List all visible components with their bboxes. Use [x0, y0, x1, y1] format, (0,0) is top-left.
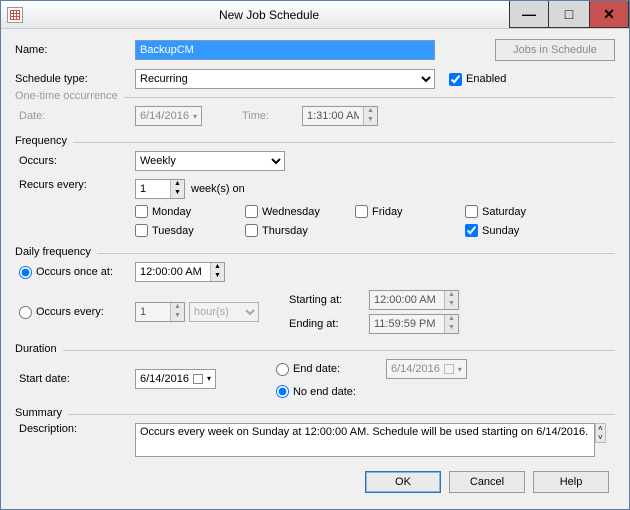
- onetime-date-label: Date:: [19, 110, 135, 122]
- daily-frequency-group: Daily frequency Occurs once at: ▲▼ Occur…: [15, 253, 615, 344]
- maximize-button[interactable]: □: [549, 1, 589, 28]
- day-sunday[interactable]: Sunday: [465, 224, 575, 237]
- summary-legend: Summary: [15, 407, 68, 419]
- day-thursday[interactable]: Thursday: [245, 224, 355, 237]
- frequency-legend: Frequency: [15, 135, 73, 147]
- name-label: Name:: [15, 44, 135, 56]
- summary-group: Summary Description: Occurs every week o…: [15, 414, 615, 467]
- onetime-time-label: Time:: [242, 110, 302, 122]
- calendar-icon: [444, 364, 454, 374]
- description-text: Occurs every week on Sunday at 12:00:00 …: [135, 423, 595, 457]
- end-date-field: 6/14/2016 ▾: [386, 359, 467, 379]
- recurs-suffix: week(s) on: [191, 183, 245, 195]
- enabled-label: Enabled: [466, 73, 506, 85]
- ok-button[interactable]: OK: [365, 471, 441, 493]
- schedule-type-label: Schedule type:: [15, 73, 135, 85]
- no-end-date-radio[interactable]: No end date:: [276, 385, 386, 398]
- frequency-group: Frequency Occurs: Weekly Recurs every: ▲…: [15, 142, 615, 247]
- onetime-group: One-time occurrence Date: 6/14/2016 ▾ Ti…: [15, 97, 615, 136]
- duration-legend: Duration: [15, 343, 63, 355]
- chevron-down-icon: ▾: [207, 374, 211, 383]
- enabled-checkbox-input[interactable]: [449, 73, 462, 86]
- occurs-select[interactable]: Weekly: [135, 151, 285, 171]
- window-buttons: — □ ✕: [509, 1, 629, 28]
- starting-at-label: Starting at:: [289, 294, 369, 306]
- minimize-button[interactable]: —: [509, 1, 549, 28]
- ending-at-label: Ending at:: [289, 318, 369, 330]
- calendar-icon: [193, 374, 203, 384]
- window-title: New Job Schedule: [29, 8, 509, 22]
- occurs-once-radio[interactable]: Occurs once at:: [19, 266, 135, 279]
- day-wednesday[interactable]: Wednesday: [245, 205, 355, 218]
- day-tuesday[interactable]: Tuesday: [135, 224, 245, 237]
- onetime-legend: One-time occurrence: [15, 90, 124, 102]
- recurs-label: Recurs every:: [19, 179, 135, 191]
- help-button[interactable]: Help: [533, 471, 609, 493]
- titlebar: New Job Schedule — □ ✕: [1, 1, 629, 29]
- cancel-button[interactable]: Cancel: [449, 471, 525, 493]
- onetime-date-field: 6/14/2016 ▾: [135, 106, 202, 126]
- occurs-every-unit: hour(s): [189, 302, 259, 322]
- occurs-label: Occurs:: [19, 155, 135, 167]
- day-friday[interactable]: Friday: [355, 205, 465, 218]
- ending-at-time: ▲▼: [369, 314, 459, 334]
- duration-group: Duration Start date: 6/14/2016 ▾ End dat…: [15, 350, 615, 408]
- window: New Job Schedule — □ ✕ Name: Jobs in Sch…: [0, 0, 630, 510]
- chevron-down-icon: ▾: [458, 365, 462, 374]
- end-date-radio[interactable]: End date:: [276, 363, 386, 376]
- day-saturday[interactable]: Saturday: [465, 205, 575, 218]
- recurs-count-stepper[interactable]: ▲▼: [135, 179, 185, 199]
- starting-at-time: ▲▼: [369, 290, 459, 310]
- name-input[interactable]: [135, 40, 435, 60]
- start-date-field[interactable]: 6/14/2016 ▾: [135, 369, 216, 389]
- close-button[interactable]: ✕: [589, 1, 629, 28]
- occurs-every-count: ▲▼: [135, 302, 185, 322]
- chevron-down-icon: ▾: [193, 112, 197, 121]
- daily-frequency-legend: Daily frequency: [15, 246, 97, 258]
- day-monday[interactable]: Monday: [135, 205, 245, 218]
- scroll-down-icon[interactable]: ˅: [596, 433, 605, 442]
- enabled-checkbox[interactable]: Enabled: [449, 73, 506, 86]
- occurs-every-radio[interactable]: Occurs every:: [19, 306, 135, 319]
- occurs-once-time[interactable]: ▲▼: [135, 262, 225, 282]
- start-date-label: Start date:: [19, 373, 135, 385]
- schedule-type-select[interactable]: Recurring: [135, 69, 435, 89]
- scroll-up-icon[interactable]: ˄: [596, 424, 605, 433]
- description-label: Description:: [19, 423, 135, 435]
- app-icon: [7, 7, 23, 23]
- jobs-in-schedule-button: Jobs in Schedule: [495, 39, 615, 61]
- dialog-body: Name: Jobs in Schedule Schedule type: Re…: [1, 29, 629, 503]
- dialog-buttons: OK Cancel Help: [15, 471, 615, 493]
- onetime-time-field: ▲▼: [302, 106, 378, 126]
